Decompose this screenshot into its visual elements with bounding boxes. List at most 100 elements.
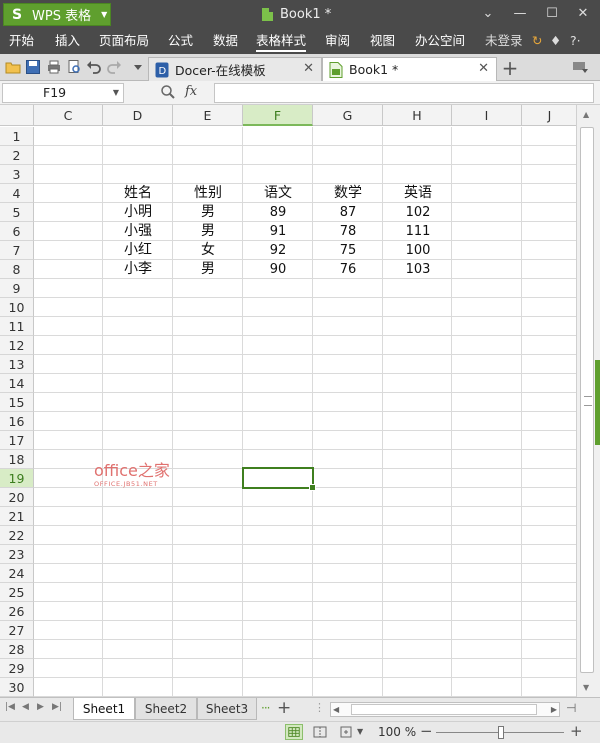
table-cell[interactable]: 78 [313, 222, 383, 241]
column-header-d[interactable]: D [103, 105, 173, 126]
tab-book1[interactable]: Book1 * ✕ [322, 57, 497, 81]
maximize-button[interactable]: ☐ [540, 4, 564, 24]
first-sheet-icon[interactable]: |◀ [5, 702, 15, 712]
menu-view[interactable]: 视图 [370, 29, 395, 54]
row-header-14[interactable]: 14 [0, 374, 34, 393]
vertical-scrollbar[interactable]: ▲ ▼ [576, 105, 600, 697]
column-header-i[interactable]: I [452, 105, 522, 126]
table-cell[interactable]: 111 [383, 222, 453, 241]
row-header-17[interactable]: 17 [0, 431, 34, 450]
side-panel-handle[interactable] [595, 360, 600, 445]
row-header-28[interactable]: 28 [0, 640, 34, 659]
help-button[interactable]: ?· [570, 29, 581, 54]
row-header-5[interactable]: 5 [0, 203, 34, 222]
spreadsheet-grid[interactable]: C D E F G H I J 1 2 3 4 5 6 7 8 9 10 11 12 13 14 15 16 17 18 19 20 2… [0, 105, 576, 697]
table-cell[interactable]: 男 [173, 203, 243, 222]
zoom-in-button[interactable]: + [570, 722, 583, 740]
close-tab-icon[interactable]: ✕ [303, 61, 314, 76]
close-tab-icon[interactable]: ✕ [478, 61, 489, 76]
insert-function-button[interactable]: fx [185, 84, 197, 99]
scroll-down-icon[interactable]: ▼ [583, 683, 589, 692]
column-header-j[interactable]: J [522, 105, 576, 126]
reading-layout-icon[interactable] [338, 724, 356, 740]
scroll-up-icon[interactable]: ▲ [583, 110, 589, 119]
column-header-g[interactable]: G [313, 105, 383, 126]
print-icon[interactable] [46, 59, 62, 75]
row-header-11[interactable]: 11 [0, 317, 34, 336]
tab-splitter-icon[interactable]: ⋮ [314, 701, 325, 714]
menu-page-layout[interactable]: 页面布局 [99, 29, 149, 54]
normal-view-icon[interactable] [285, 724, 303, 740]
menu-home[interactable]: 开始 [9, 29, 34, 54]
table-cell[interactable]: 103 [383, 260, 453, 279]
minimize-button[interactable]: — [508, 4, 532, 24]
row-header-10[interactable]: 10 [0, 298, 34, 317]
table-cell[interactable]: 语文 [243, 184, 313, 203]
row-header-6[interactable]: 6 [0, 222, 34, 241]
table-cell[interactable]: 姓名 [103, 184, 173, 203]
table-cell[interactable]: 91 [243, 222, 313, 241]
row-header-8[interactable]: 8 [0, 260, 34, 279]
menu-table-style[interactable]: 表格样式 [256, 29, 307, 54]
table-cell[interactable]: 小李 [103, 260, 173, 279]
horizontal-scrollbar[interactable]: ◀ ▶ [330, 702, 560, 717]
login-link[interactable]: 未登录 [485, 29, 523, 54]
table-cell[interactable]: 102 [383, 203, 453, 222]
column-header-f[interactable]: F [243, 105, 313, 126]
row-header-1[interactable]: 1 [0, 127, 34, 146]
row-header-29[interactable]: 29 [0, 659, 34, 678]
formula-input[interactable] [214, 83, 594, 103]
open-folder-icon[interactable] [5, 59, 21, 75]
last-sheet-icon[interactable]: ▶| [52, 702, 62, 712]
row-header-15[interactable]: 15 [0, 393, 34, 412]
customize-toolbar-icon[interactable] [130, 59, 146, 75]
row-header-18[interactable]: 18 [0, 450, 34, 469]
table-cell[interactable]: 小红 [103, 241, 173, 260]
row-header-30[interactable]: 30 [0, 678, 34, 697]
row-header-27[interactable]: 27 [0, 621, 34, 640]
page-break-view-icon[interactable] [311, 724, 329, 740]
row-header-24[interactable]: 24 [0, 564, 34, 583]
table-cell[interactable]: 75 [313, 241, 383, 260]
row-header-2[interactable]: 2 [0, 146, 34, 165]
table-cell[interactable]: 小强 [103, 222, 173, 241]
column-header-h[interactable]: H [383, 105, 452, 126]
scroll-right-icon[interactable]: ▶ [551, 703, 557, 716]
table-cell[interactable]: 100 [383, 241, 453, 260]
menu-office-space[interactable]: 办公空间 [415, 29, 465, 54]
close-button[interactable]: ✕ [571, 4, 595, 24]
scroll-thumb[interactable] [580, 127, 594, 673]
table-cell[interactable]: 男 [173, 260, 243, 279]
menu-formulas[interactable]: 公式 [168, 29, 193, 54]
row-header-16[interactable]: 16 [0, 412, 34, 431]
sheet-tab-sheet3[interactable]: Sheet3 [197, 698, 257, 720]
table-cell[interactable]: 男 [173, 222, 243, 241]
prev-sheet-icon[interactable]: ◀ [22, 702, 29, 712]
chevron-down-icon[interactable]: ▼ [113, 84, 119, 102]
row-header-9[interactable]: 9 [0, 279, 34, 298]
tab-docer-templates[interactable]: D Docer-在线模板 ✕ [148, 57, 322, 81]
print-preview-icon[interactable] [66, 59, 82, 75]
redo-icon[interactable] [106, 59, 122, 75]
zoom-level[interactable]: 100 % [378, 724, 416, 740]
zoom-search-icon[interactable] [160, 84, 176, 100]
row-header-23[interactable]: 23 [0, 545, 34, 564]
undo-icon[interactable] [86, 59, 102, 75]
table-cell[interactable]: 89 [243, 203, 313, 222]
row-header-12[interactable]: 12 [0, 336, 34, 355]
table-cell[interactable]: 92 [243, 241, 313, 260]
shirt-icon[interactable]: ♦ [550, 29, 561, 54]
table-cell[interactable]: 性别 [173, 184, 243, 203]
row-header-4[interactable]: 4 [0, 184, 34, 203]
row-header-20[interactable]: 20 [0, 488, 34, 507]
table-cell[interactable]: 小明 [103, 203, 173, 222]
row-header-3[interactable]: 3 [0, 165, 34, 184]
sheet-tab-sheet1[interactable]: Sheet1 [73, 698, 135, 720]
chevron-down-icon[interactable]: ▼ [357, 727, 363, 736]
row-header-25[interactable]: 25 [0, 583, 34, 602]
table-cell[interactable]: 87 [313, 203, 383, 222]
tab-list-icon[interactable] [572, 60, 588, 74]
new-tab-button[interactable]: + [500, 56, 520, 80]
select-all-corner[interactable] [0, 105, 34, 126]
save-icon[interactable] [25, 59, 41, 75]
